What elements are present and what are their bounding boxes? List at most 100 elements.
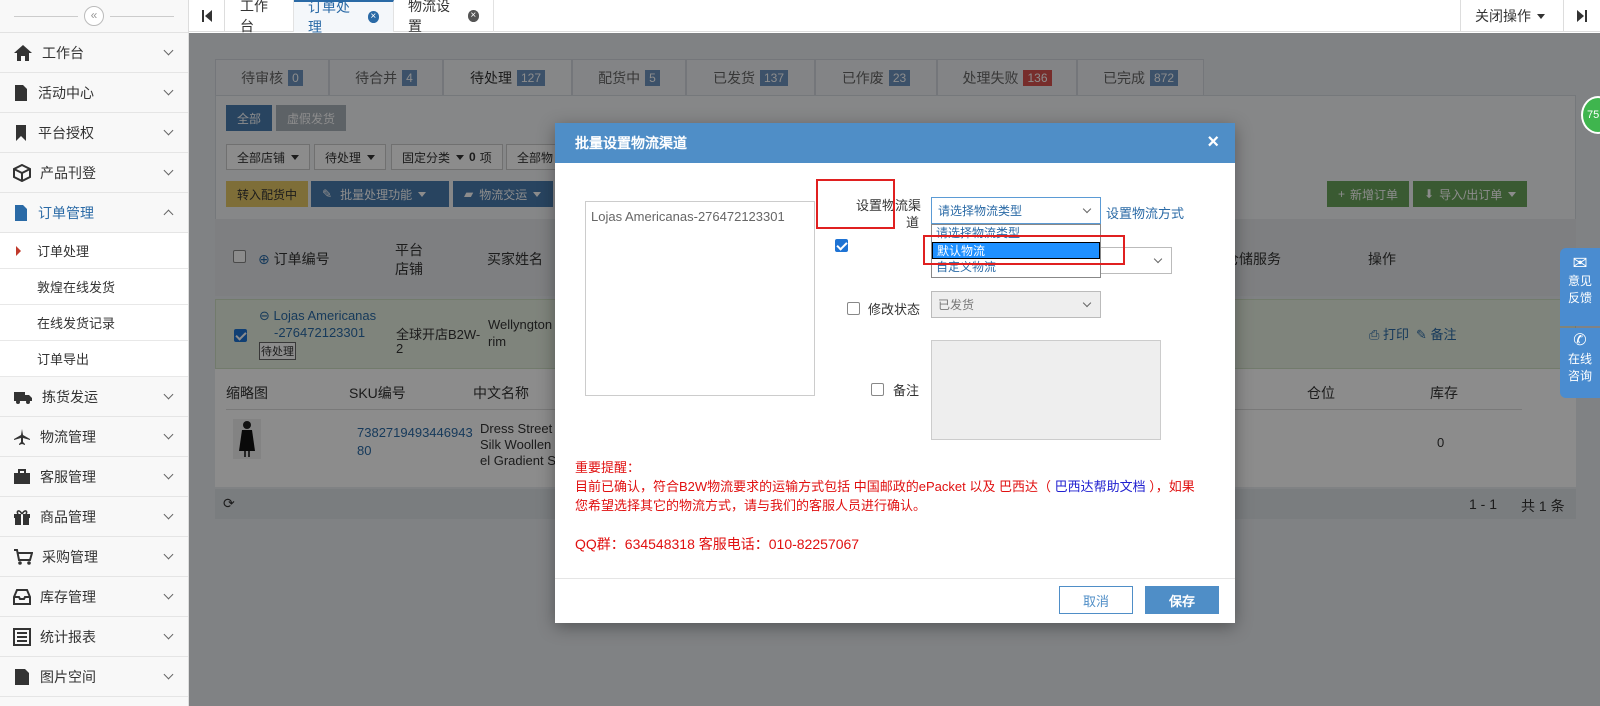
- truck-icon: [14, 391, 32, 404]
- dialog-title: 批量设置物流渠道: [575, 135, 687, 151]
- remark-textarea[interactable]: [931, 340, 1161, 440]
- sidebar-subitem-order-export[interactable]: 订单导出: [0, 341, 188, 377]
- sidebar-item-service[interactable]: 客服管理: [0, 457, 188, 497]
- plane-icon: [14, 428, 30, 445]
- sidebar-item-activity[interactable]: 活动中心: [0, 73, 188, 113]
- highlight-box: [816, 179, 895, 229]
- tab-order-processing[interactable]: 订单处理 ×: [294, 0, 394, 35]
- select-value: 已发货: [938, 298, 975, 312]
- divider: [14, 16, 78, 17]
- double-chevron-left-icon[interactable]: «: [84, 6, 104, 26]
- sidebar-item-reports[interactable]: 统计报表: [0, 617, 188, 657]
- close-operations-dropdown[interactable]: 关闭操作: [1460, 0, 1564, 32]
- chevron-down-icon: [163, 549, 174, 560]
- contact-info: QQ群：634548318 客服电话：010-82257067: [575, 536, 860, 552]
- select-value: 请选择物流类型: [938, 204, 1023, 218]
- set-channel-label-2: 道: [906, 215, 920, 230]
- sidebar-item-label: 产品刊登: [40, 164, 96, 181]
- logistics-type-select[interactable]: 请选择物流类型: [931, 197, 1101, 224]
- sidebar-item-label: 物流管理: [40, 428, 96, 445]
- chevron-down-icon: [163, 85, 174, 96]
- caret-down-icon: [1537, 13, 1545, 19]
- briefcase-icon: [14, 468, 30, 484]
- dialog-header: 批量设置物流渠道 ×: [555, 123, 1235, 163]
- chevron-down-icon: [163, 165, 174, 176]
- chevron-down-icon: [163, 429, 174, 440]
- bookmark-icon: [16, 124, 26, 141]
- image-icon: [15, 668, 29, 685]
- sidebar-item-workbench[interactable]: 工作台: [0, 33, 188, 73]
- online-consult-button[interactable]: ✆ 在线 咨询: [1560, 328, 1600, 398]
- skip-left-icon: [201, 10, 212, 22]
- remark-label: 备注: [893, 383, 920, 398]
- sidebar: « 工作台 活动中心 平台授权 产品刊登 订单管理 订单处理 敦煌在线发货 在线…: [0, 0, 189, 706]
- dialog-footer: 取消 保存: [555, 578, 1235, 623]
- chevron-down-icon: [1082, 204, 1092, 214]
- status-select[interactable]: 已发货: [931, 291, 1101, 318]
- tab-label: 订单处理: [308, 0, 350, 35]
- sidebar-item-label: 拣货发运: [42, 388, 98, 405]
- sidebar-item-label: 统计报表: [40, 628, 96, 645]
- modify-status-label: 修改状态: [868, 302, 921, 317]
- cancel-button[interactable]: 取消: [1059, 586, 1133, 614]
- remark-checkbox[interactable]: [871, 383, 884, 396]
- sidebar-item-inventory[interactable]: 库存管理: [0, 577, 188, 617]
- chevron-down-icon: [163, 125, 174, 136]
- close-icon[interactable]: ×: [1207, 132, 1219, 152]
- close-operations-label: 关闭操作: [1475, 8, 1531, 24]
- sidebar-item-purchase[interactable]: 采购管理: [0, 537, 188, 577]
- sidebar-subitem-dhgate-ship[interactable]: 敦煌在线发货: [0, 269, 188, 305]
- tab-workbench[interactable]: 工作台: [226, 0, 294, 34]
- sidebar-item-images[interactable]: 图片空间: [0, 657, 188, 697]
- sidebar-item-label: 工作台: [42, 44, 84, 61]
- tab-label: 物流设置: [408, 0, 450, 34]
- save-button[interactable]: 保存: [1145, 586, 1219, 614]
- sidebar-item-orders[interactable]: 订单管理: [0, 193, 188, 233]
- cube-icon: [13, 163, 31, 182]
- sidebar-item-label: 活动中心: [38, 84, 94, 101]
- tab-bar: 工作台 订单处理 × 物流设置 × 关闭操作: [189, 0, 1600, 35]
- set-channel-checkbox[interactable]: [835, 239, 848, 253]
- warning-title: 重要提醒：: [575, 460, 641, 475]
- feedback-label: 反馈: [1567, 291, 1592, 305]
- warning-line-2: 您希望选择其它的物流方式，请与我们的客服人员进行确认。: [575, 498, 927, 513]
- selected-order-entry: Lojas Americanas-276472123301: [591, 209, 785, 224]
- sidebar-subitem-ship-records[interactable]: 在线发货记录: [0, 305, 188, 341]
- phone-icon: ✆: [1573, 332, 1587, 349]
- warning-line: 目前已确认，符合B2W物流要求的运输方式包括 中国邮政的ePacket 以及 巴…: [575, 477, 1215, 496]
- chevron-up-icon: [163, 209, 174, 220]
- close-icon[interactable]: ×: [367, 11, 379, 23]
- sidebar-item-label: 客服管理: [40, 468, 96, 485]
- consult-label: 在线: [1567, 352, 1592, 366]
- sidebar-item-label: 订单管理: [38, 204, 94, 221]
- help-doc-link[interactable]: 巴西达帮助文档: [1055, 479, 1146, 494]
- divider: [110, 16, 174, 17]
- inbox-icon: [13, 588, 31, 605]
- sidebar-header: «: [0, 0, 188, 33]
- feedback-button[interactable]: ✉ 意见 反馈: [1560, 248, 1600, 326]
- scroll-tabs-right-button[interactable]: [1564, 0, 1600, 32]
- sidebar-item-label: 商品管理: [40, 508, 96, 525]
- chevron-down-icon: [163, 509, 174, 520]
- highlight-box: [923, 235, 1125, 265]
- sidebar-item-label: 图片空间: [40, 668, 96, 685]
- chevron-down-icon: [163, 669, 174, 680]
- sidebar-item-listing[interactable]: 产品刊登: [0, 153, 188, 193]
- skip-right-icon: [1577, 10, 1587, 22]
- set-method-link[interactable]: 设置物流方式: [1106, 203, 1184, 222]
- scroll-tabs-left-button[interactable]: [189, 0, 225, 32]
- selected-orders-list[interactable]: Lojas Americanas-276472123301: [585, 201, 815, 396]
- modify-status-checkbox[interactable]: [847, 302, 860, 315]
- sidebar-item-auth[interactable]: 平台授权: [0, 113, 188, 153]
- tab-label: 工作台: [240, 0, 268, 34]
- chevron-down-icon: [1153, 254, 1163, 264]
- tab-logistics-settings[interactable]: 物流设置 ×: [394, 0, 494, 34]
- sidebar-item-products[interactable]: 商品管理: [0, 497, 188, 537]
- sidebar-subitem-order-processing[interactable]: 订单处理: [0, 233, 188, 269]
- close-icon[interactable]: ×: [467, 10, 479, 22]
- sidebar-item-logistics[interactable]: 物流管理: [0, 417, 188, 457]
- sidebar-item-label: 库存管理: [40, 588, 96, 605]
- sidebar-item-label: 平台授权: [38, 124, 94, 141]
- sidebar-item-picking[interactable]: 拣货发运: [0, 377, 188, 417]
- chevron-down-icon: [163, 45, 174, 56]
